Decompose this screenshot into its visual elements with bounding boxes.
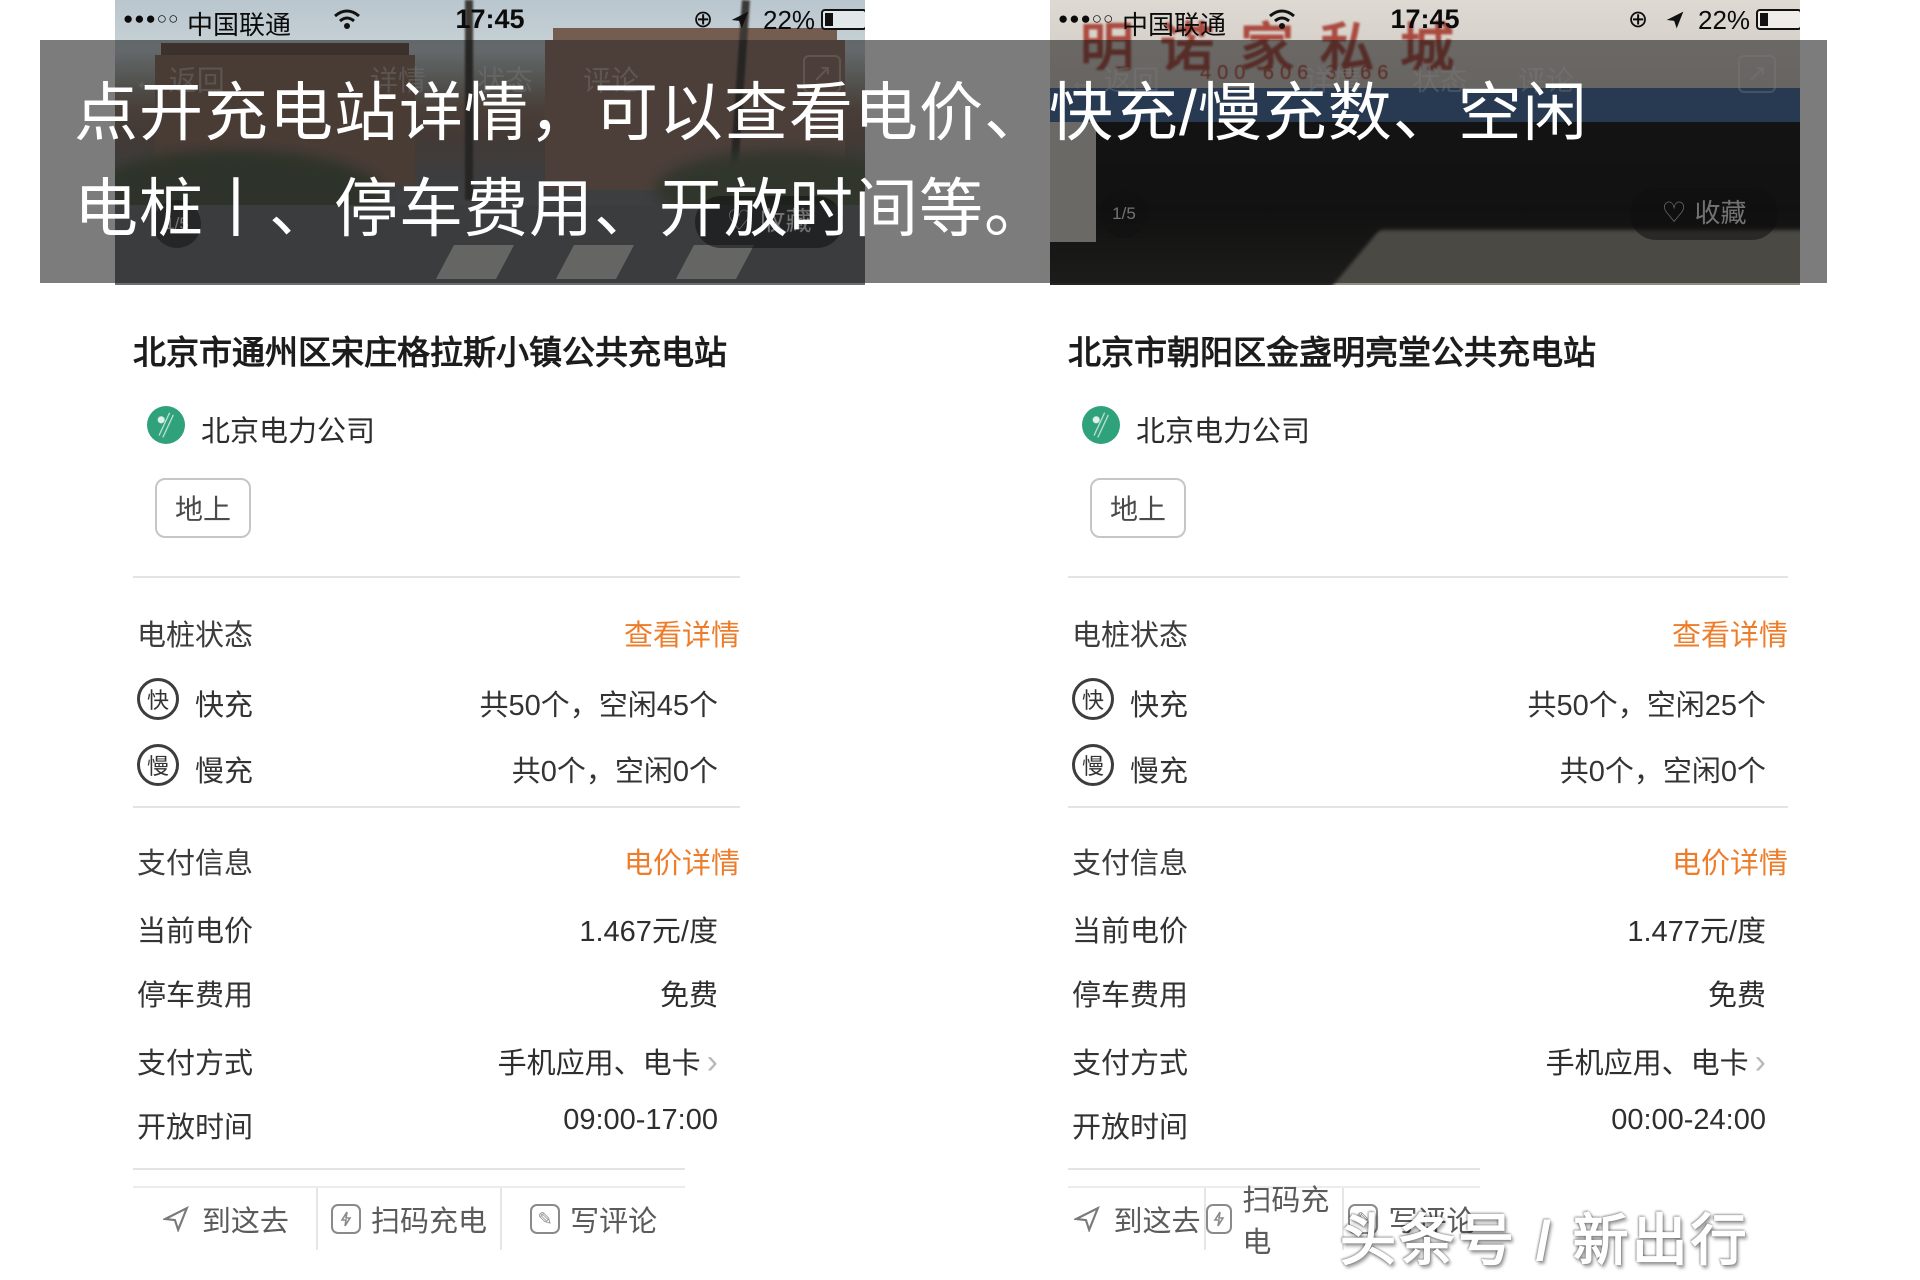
battery-icon xyxy=(1756,9,1800,30)
watermark: 头条号 / 新出行 xyxy=(1340,1196,1750,1277)
station-name: 北京市通州区宋庄格拉斯小镇公共充电站 xyxy=(133,326,727,374)
station-name: 北京市朝阳区金盏明亮堂公共充电站 xyxy=(1068,326,1596,374)
divider xyxy=(133,806,740,808)
row-value-text: 免费 xyxy=(1708,980,1766,1012)
row-value: 1.477元/度 xyxy=(1068,908,1766,950)
qr-scan-icon xyxy=(331,1204,361,1234)
caption-line2: 电桩丨、停车费用、开放时间等。 xyxy=(74,158,1049,250)
row-value-text: 1.477元/度 xyxy=(1627,916,1766,948)
row-value-text: 免费 xyxy=(660,980,718,1012)
scan-label: 扫码充电 xyxy=(371,1198,487,1240)
caption-banner: 点开充电站详情，可以查看电价、快充/慢充数、空闲 电桩丨、停车费用、开放时间等。 xyxy=(40,40,1827,283)
row-value: 免费 xyxy=(1068,972,1766,1014)
pencil-icon: ✎ xyxy=(530,1204,560,1234)
clock-label: 17:45 xyxy=(1050,4,1800,35)
price-details-link[interactable]: 电价详情 xyxy=(1068,840,1788,882)
chevron-right-icon: › xyxy=(1755,1043,1766,1081)
battery-percent-label: 22% xyxy=(1698,5,1750,36)
row-value: 00:00-24:00 xyxy=(1068,1104,1766,1137)
row-value: 09:00-17:00 xyxy=(133,1104,718,1137)
navigate-arrow-icon xyxy=(1071,1203,1103,1235)
scan-label: 扫码充电 xyxy=(1242,1177,1342,1261)
row-value-text: 手机应用、电卡 xyxy=(1546,1048,1749,1080)
divider xyxy=(1068,1168,1480,1170)
row-value-text: 1.467元/度 xyxy=(579,916,718,948)
bottom-toolbar: 到这去 扫码充电 ✎ 写评论 xyxy=(133,1186,685,1250)
operator-logo-icon xyxy=(147,406,185,444)
view-details-link[interactable]: 查看详情 xyxy=(133,612,740,654)
battery-percent-label: 22% xyxy=(763,5,815,36)
row-value-text: 手机应用、电卡 xyxy=(498,1048,701,1080)
location-arrow-icon xyxy=(730,10,750,30)
navigate-button[interactable]: 到这去 xyxy=(1068,1188,1204,1250)
rotation-lock-icon: ⊕ xyxy=(1628,5,1648,34)
location-arrow-icon xyxy=(1665,10,1685,30)
location-type-tag: 地上 xyxy=(155,478,251,538)
divider xyxy=(1068,576,1788,578)
qr-scan-icon xyxy=(1206,1204,1232,1234)
view-details-link[interactable]: 查看详情 xyxy=(1068,612,1788,654)
operator-logo-icon xyxy=(1082,406,1120,444)
rotation-lock-icon: ⊕ xyxy=(693,5,713,34)
navigate-label: 到这去 xyxy=(1113,1198,1200,1240)
row-value: 手机应用、电卡› xyxy=(1068,1040,1766,1082)
ios-status-bar: ●●●○○ 中国联通 17:45 ⊕ 22% xyxy=(115,4,865,34)
fast-count-value: 共50个，空闲45个 xyxy=(133,682,718,724)
write-review-button[interactable]: ✎ 写评论 xyxy=(500,1188,685,1250)
caption-line1: 点开充电站详情，可以查看电价、快充/慢充数、空闲 xyxy=(74,62,1588,154)
row-value-text: 09:00-17:00 xyxy=(563,1104,718,1136)
divider xyxy=(133,576,740,578)
row-value: 1.467元/度 xyxy=(133,908,718,950)
row-value: 免费 xyxy=(133,972,718,1014)
battery-icon xyxy=(821,9,865,30)
navigate-arrow-icon xyxy=(160,1203,192,1235)
fast-count-value: 共50个，空闲25个 xyxy=(1068,682,1766,724)
chevron-right-icon: › xyxy=(707,1043,718,1081)
navigate-label: 到这去 xyxy=(202,1198,289,1240)
navigate-button[interactable]: 到这去 xyxy=(133,1188,316,1250)
divider xyxy=(1068,806,1788,808)
scan-charge-button[interactable]: 扫码充电 xyxy=(1204,1188,1342,1250)
row-value: 手机应用、电卡› xyxy=(133,1040,718,1082)
scan-charge-button[interactable]: 扫码充电 xyxy=(316,1188,501,1250)
operator-name: 北京电力公司 xyxy=(1136,408,1310,450)
price-details-link[interactable]: 电价详情 xyxy=(133,840,740,882)
operator-name: 北京电力公司 xyxy=(201,408,375,450)
slow-count-value: 共0个，空闲0个 xyxy=(133,748,718,790)
clock-label: 17:45 xyxy=(115,4,865,35)
screenshot-collage: ●●●○○ 中国联通 17:45 ⊕ 22% ← 返回 详情 状态 评论 ↗ xyxy=(0,0,1920,1280)
row-value-text: 00:00-24:00 xyxy=(1611,1104,1766,1136)
divider xyxy=(133,1168,685,1170)
location-type-tag: 地上 xyxy=(1090,478,1186,538)
review-label: 写评论 xyxy=(570,1198,657,1240)
ios-status-bar: ●●●○○ 中国联通 17:45 ⊕ 22% xyxy=(1050,4,1800,34)
slow-count-value: 共0个，空闲0个 xyxy=(1068,748,1766,790)
